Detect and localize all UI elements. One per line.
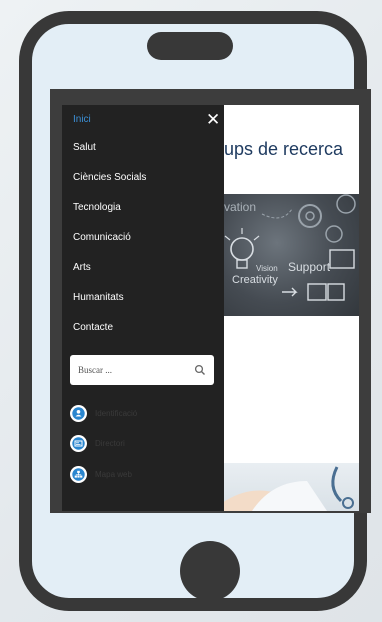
side-menu: ✕ Inici Salut Ciències Socials Tecnologi… xyxy=(62,105,224,511)
search-box xyxy=(70,355,214,385)
close-icon[interactable]: ✕ xyxy=(206,111,220,128)
user-icon[interactable] xyxy=(70,405,87,422)
menu-item-salut[interactable]: Salut xyxy=(73,142,96,153)
hero-word: Creativity xyxy=(232,274,278,286)
phone-speaker xyxy=(147,32,233,60)
id-card-icon[interactable] xyxy=(70,435,87,452)
menu-item-contacte[interactable]: Contacte xyxy=(73,322,113,333)
hero-image: vation Vision Creativity Support xyxy=(222,194,359,316)
menu-item-humanitats[interactable]: Humanitats xyxy=(73,292,124,303)
hero-word: vation xyxy=(224,200,257,214)
sitemap-icon[interactable] xyxy=(70,466,87,483)
menu-item-ciencies-socials[interactable]: Ciències Socials xyxy=(73,172,146,183)
shortcut-label-mapa-web[interactable]: Mapa web xyxy=(95,470,132,479)
menu-item-comunicacio[interactable]: Comunicació xyxy=(73,232,131,243)
phone-screen: ups de recerca vation Vision Creativity … xyxy=(50,89,371,513)
doctor-image xyxy=(222,463,359,511)
phone-home-button xyxy=(180,541,240,601)
search-input[interactable] xyxy=(70,355,188,385)
menu-item-tecnologia[interactable]: Tecnologia xyxy=(73,202,121,213)
search-icon[interactable] xyxy=(194,364,206,376)
menu-item-arts[interactable]: Arts xyxy=(73,262,91,273)
shortcut-label-directori[interactable]: Directori xyxy=(95,439,125,448)
menu-item-inici[interactable]: Inici xyxy=(73,114,91,125)
hero-word: Vision xyxy=(256,264,278,273)
hero-word: Support xyxy=(288,260,331,274)
shortcut-label-identificacio[interactable]: Identificació xyxy=(95,409,137,418)
page-title: ups de recerca xyxy=(224,139,344,159)
